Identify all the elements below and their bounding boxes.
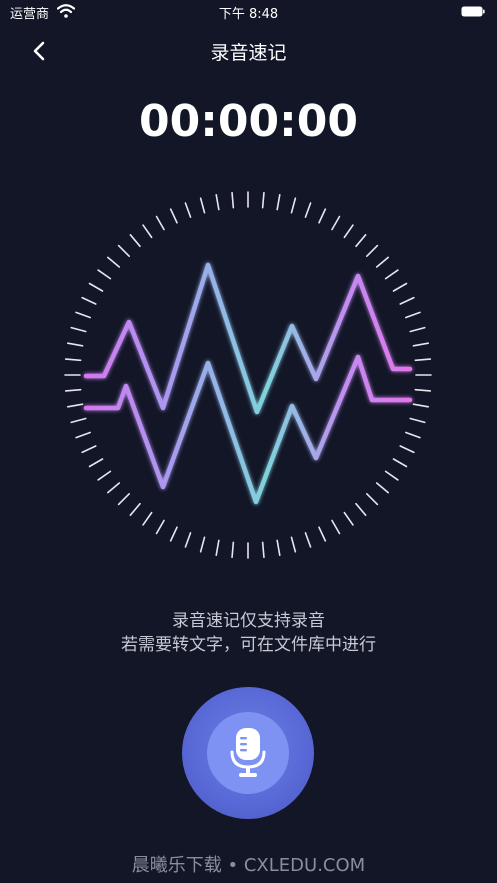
hint-line-2: 若需要转文字，可在文件库中进行	[121, 635, 376, 655]
dial-tick	[66, 342, 84, 347]
dial-tick	[318, 526, 327, 542]
dial-tick	[392, 282, 408, 292]
dial-tick	[231, 191, 235, 209]
dial-tick	[290, 197, 297, 214]
microphone-icon	[230, 728, 266, 777]
dial-tick	[290, 536, 297, 553]
dial-tick	[375, 256, 389, 268]
dial-tick	[365, 244, 379, 258]
dial-tick	[88, 282, 104, 292]
page-title: 录音速记	[210, 42, 287, 64]
watermark-text: 晨曦乐下载 • CXLEDU.COM	[131, 855, 366, 876]
dial-tick	[169, 208, 178, 224]
dial-tick	[355, 502, 367, 516]
dial-tick	[142, 511, 153, 526]
dial-tick	[66, 403, 84, 408]
dial-ticks	[64, 191, 432, 559]
dial-tick	[231, 541, 235, 559]
dial-tick	[142, 224, 153, 239]
dial-tick	[331, 215, 341, 231]
hint-line-1: 录音速记仅支持录音	[172, 611, 325, 631]
recorder-screen: 运营商 下午 8:48 录音速记 00:00:00 录音速记仅支持录音 若需要转…	[0, 0, 497, 883]
status-bar: 运营商 下午 8:48	[0, 0, 497, 24]
dial-tick	[81, 296, 97, 305]
dial-tick	[343, 511, 354, 526]
dial-tick	[70, 417, 87, 424]
dial-tick	[276, 193, 281, 211]
dial-tick	[276, 539, 281, 557]
dial-tick	[129, 234, 141, 248]
waveform-upper-line	[83, 262, 413, 415]
dial-tick	[384, 269, 399, 280]
dial-tick	[392, 458, 408, 468]
dial-tick	[414, 388, 432, 392]
dial-tick	[384, 470, 399, 481]
dial-tick	[199, 536, 206, 553]
dial-tick	[97, 470, 112, 481]
dial-tick	[88, 458, 104, 468]
dial-tick	[215, 539, 220, 557]
dial-tick	[64, 388, 82, 392]
battery-icon	[461, 6, 485, 17]
dial-tick	[117, 492, 131, 506]
waveform-visualizer	[64, 191, 432, 559]
dial-tick	[184, 202, 192, 218]
dial-tick	[405, 431, 421, 439]
dial-tick	[215, 193, 220, 211]
dial-tick	[409, 417, 426, 424]
dial-tick	[331, 519, 341, 535]
dial-tick	[399, 445, 415, 454]
status-time: 下午 8:48	[218, 7, 279, 22]
dial-tick	[107, 256, 121, 268]
dial-tick	[318, 208, 327, 224]
dial-tick	[412, 342, 430, 347]
dial-tick	[414, 358, 432, 362]
dial-tick	[304, 532, 312, 548]
dial-tick	[412, 403, 430, 408]
dial-tick	[184, 532, 192, 548]
dial-tick	[169, 526, 178, 542]
dial-tick	[304, 202, 312, 218]
dial-tick	[75, 311, 91, 319]
dial-tick	[155, 519, 165, 535]
dial-tick	[117, 244, 131, 258]
dial-tick	[155, 215, 165, 231]
dial-tick	[261, 541, 265, 559]
dial-tick	[355, 234, 367, 248]
dial-tick	[405, 311, 421, 319]
dial-tick	[343, 224, 354, 239]
dial-tick	[375, 482, 389, 494]
dial-tick	[97, 269, 112, 280]
dial-tick	[129, 502, 141, 516]
dial-tick	[261, 191, 265, 209]
timer-display: 00:00:00	[139, 96, 358, 147]
dial-tick	[75, 431, 91, 439]
dial-tick	[64, 358, 82, 362]
record-button-inner	[207, 712, 289, 794]
record-button[interactable]	[182, 687, 314, 819]
dial-tick	[70, 326, 87, 333]
dial-tick	[409, 326, 426, 333]
dial-tick	[365, 492, 379, 506]
dial-tick	[81, 445, 97, 454]
dial-tick	[199, 197, 206, 214]
dial-tick	[399, 296, 415, 305]
dial-tick	[107, 482, 121, 494]
